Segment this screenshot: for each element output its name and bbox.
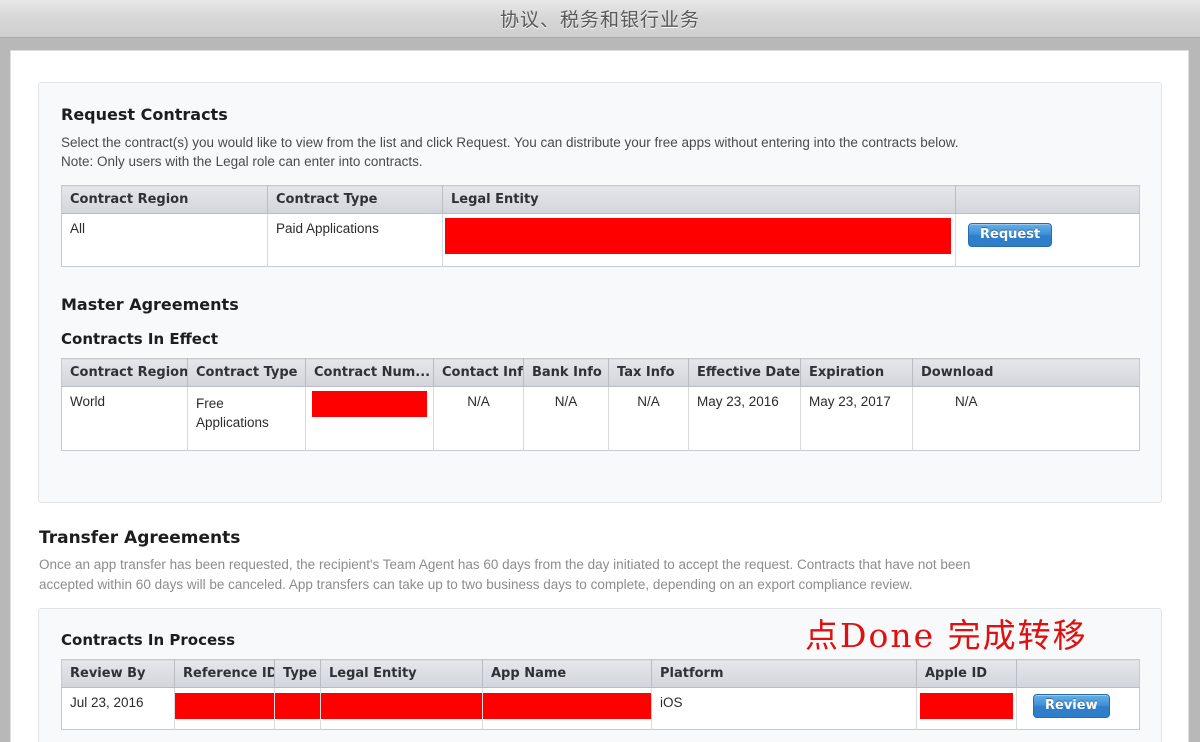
column-header-bank-info[interactable]: Bank Info xyxy=(523,358,609,387)
column-header-expiration[interactable]: Expiration xyxy=(800,358,913,387)
contracts-panel: Request Contracts Select the contract(s)… xyxy=(38,82,1162,503)
column-header-platform[interactable]: Platform xyxy=(651,659,917,688)
redaction-block-legal-entity xyxy=(321,693,482,719)
cell-apple-id xyxy=(916,687,1017,730)
master-agreements-heading: Master Agreements xyxy=(61,295,239,314)
column-header-reference-id[interactable]: Reference ID xyxy=(174,659,275,688)
redaction-block-apple-id xyxy=(920,693,1013,719)
transfer-agreements-description-line1: Once an app transfer has been requested,… xyxy=(39,557,971,572)
table-row[interactable]: All Paid Applications Request xyxy=(61,213,1140,267)
column-header-contract-region[interactable]: Contract Region xyxy=(61,358,188,387)
column-header-contract-type[interactable]: Contract Type xyxy=(187,358,306,387)
column-header-contact-info[interactable]: Contact Info xyxy=(433,358,524,387)
transfer-agreements-heading-block: Transfer Agreements Once an app transfer… xyxy=(39,528,1159,595)
column-header-apple-id[interactable]: Apple ID xyxy=(916,659,1017,688)
window-titlebar: 协议、税务和银行业务 xyxy=(0,0,1200,38)
page-title: 协议、税务和银行业务 xyxy=(499,9,700,31)
column-header-effective-date[interactable]: Effective Date xyxy=(688,358,801,387)
request-contracts-heading: Request Contracts xyxy=(61,105,228,124)
cell-request-action: Request xyxy=(955,213,1140,267)
contracts-in-effect-subheading: Contracts In Effect xyxy=(61,330,219,348)
request-contracts-description-line1: Select the contract(s) you would like to… xyxy=(61,135,959,150)
contracts-in-process-subheading: Contracts In Process xyxy=(61,631,235,649)
column-header-legal-entity[interactable]: Legal Entity xyxy=(320,659,483,688)
request-button[interactable]: Request xyxy=(968,223,1053,247)
cell-review-action: Review xyxy=(1016,687,1140,730)
column-header-review-by[interactable]: Review By xyxy=(61,659,175,688)
cell-review-by: Jul 23, 2016 xyxy=(61,687,175,730)
cell-download: N/A xyxy=(912,386,1140,451)
column-header-type[interactable]: Type xyxy=(274,659,321,688)
column-header-actions xyxy=(1016,659,1140,688)
redaction-block-type xyxy=(275,693,320,719)
request-contracts-description: Select the contract(s) you would like to… xyxy=(61,133,1139,171)
column-header-contract-number[interactable]: Contract Num... xyxy=(305,358,434,387)
transfer-agreements-panel: Contracts In Process Review By Reference… xyxy=(38,608,1162,742)
table-header-row: Contract Region Contract Type Legal Enti… xyxy=(61,185,1140,214)
master-agreements-table: Contract Region Contract Type Contract N… xyxy=(61,358,1140,451)
cell-contract-type: Paid Applications xyxy=(267,213,443,267)
cell-tax-info: N/A xyxy=(608,386,689,451)
cell-app-name xyxy=(482,687,652,730)
column-header-contract-type[interactable]: Contract Type xyxy=(267,185,443,214)
cell-bank-info: N/A xyxy=(523,386,609,451)
cell-type xyxy=(274,687,321,730)
transfer-agreements-description: Once an app transfer has been requested,… xyxy=(39,555,1159,595)
cell-contract-type: Free Applications xyxy=(187,386,306,451)
cell-effective-date: May 23, 2016 xyxy=(688,386,801,451)
transfer-agreements-heading: Transfer Agreements xyxy=(39,528,241,548)
cell-expiration: May 23, 2017 xyxy=(800,386,913,451)
cell-contract-number xyxy=(305,386,434,451)
table-row[interactable]: World Free Applications N/A N/A N/A May … xyxy=(61,386,1140,451)
cell-reference-id xyxy=(174,687,275,730)
transfer-agreements-description-line2: accepted within 60 days will be canceled… xyxy=(39,577,913,592)
redaction-block-reference-id xyxy=(175,693,274,719)
request-contracts-description-line2: Note: Only users with the Legal role can… xyxy=(61,154,423,169)
cell-platform: iOS xyxy=(651,687,917,730)
cell-legal-entity xyxy=(320,687,483,730)
request-contracts-table: Contract Region Contract Type Legal Enti… xyxy=(61,185,1140,267)
page-surface: Request Contracts Select the contract(s)… xyxy=(10,50,1189,742)
column-header-tax-info[interactable]: Tax Info xyxy=(608,358,689,387)
column-header-download[interactable]: Download xyxy=(912,358,1140,387)
cell-legal-entity xyxy=(442,213,956,267)
cell-contract-region: All xyxy=(61,213,268,267)
contracts-in-process-table: Review By Reference ID Type Legal Entity… xyxy=(61,659,1140,730)
table-header-row: Review By Reference ID Type Legal Entity… xyxy=(61,659,1140,688)
table-row[interactable]: Jul 23, 2016 iOS Review xyxy=(61,687,1140,730)
column-header-actions xyxy=(955,185,1140,214)
table-header-row: Contract Region Contract Type Contract N… xyxy=(61,358,1140,387)
column-header-contract-region[interactable]: Contract Region xyxy=(61,185,268,214)
cell-contact-info: N/A xyxy=(433,386,524,451)
cell-contract-region: World xyxy=(61,386,188,451)
column-header-app-name[interactable]: App Name xyxy=(482,659,652,688)
column-header-legal-entity[interactable]: Legal Entity xyxy=(442,185,956,214)
review-button[interactable]: Review xyxy=(1033,694,1110,718)
redaction-block-legal-entity xyxy=(445,218,951,254)
redaction-block-app-name xyxy=(483,693,651,719)
redaction-block-contract-number xyxy=(312,391,427,417)
